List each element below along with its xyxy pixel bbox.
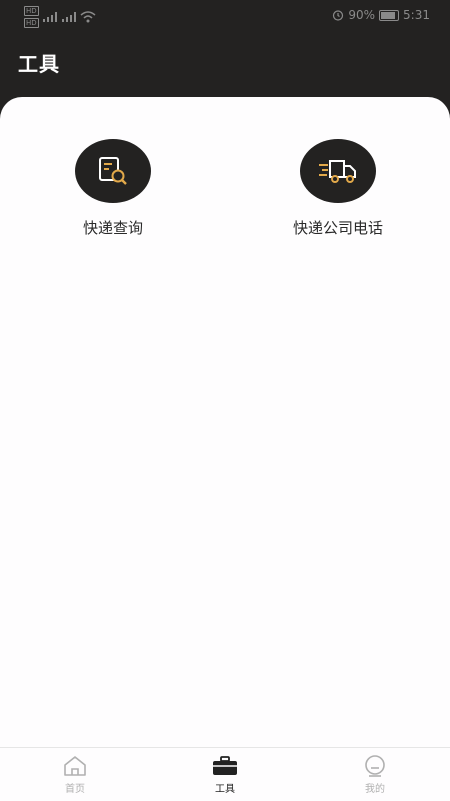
profile-icon: [365, 755, 385, 777]
delivery-truck-icon: [319, 160, 356, 183]
tool-label: 快递查询: [82, 219, 143, 237]
hd-indicators: HD HD: [24, 6, 39, 28]
tool-icon-circle: [75, 139, 151, 203]
nav-label: 我的: [365, 784, 385, 795]
page-title: 工具: [18, 52, 60, 76]
toolbox-icon: [213, 756, 237, 775]
signal-icon: [61, 12, 76, 22]
battery-icon: [379, 9, 400, 21]
bottom-nav: 首页 工具 我的: [0, 747, 450, 801]
home-icon: [64, 756, 86, 776]
status-left: HD HD: [24, 6, 96, 28]
nav-item-profile[interactable]: 我的: [300, 748, 450, 801]
hd-badge: HD: [24, 18, 39, 28]
nav-label: 工具: [215, 784, 235, 795]
tool-icon-circle: [300, 139, 376, 203]
signal-icon: [42, 12, 57, 22]
alarm-icon: [333, 10, 344, 21]
nav-item-home[interactable]: 首页: [0, 748, 150, 801]
content-card: 快递查询 快递公司电话: [0, 97, 450, 747]
nav-item-tools[interactable]: 工具: [150, 748, 300, 801]
hd-badge: HD: [24, 6, 39, 16]
document-search-icon: [99, 157, 127, 185]
tool-express-query[interactable]: 快递查询: [33, 139, 193, 238]
tool-label: 快递公司电话: [292, 219, 383, 237]
tool-courier-phone[interactable]: 快递公司电话: [258, 139, 418, 238]
status-right: 90% 5:31: [332, 8, 430, 22]
status-bar: HD HD 90% 5:31: [0, 0, 450, 32]
wifi-icon: [80, 11, 96, 23]
clock: 5:31: [403, 8, 430, 22]
nav-label: 首页: [65, 784, 85, 795]
battery-percent: 90%: [348, 8, 376, 22]
